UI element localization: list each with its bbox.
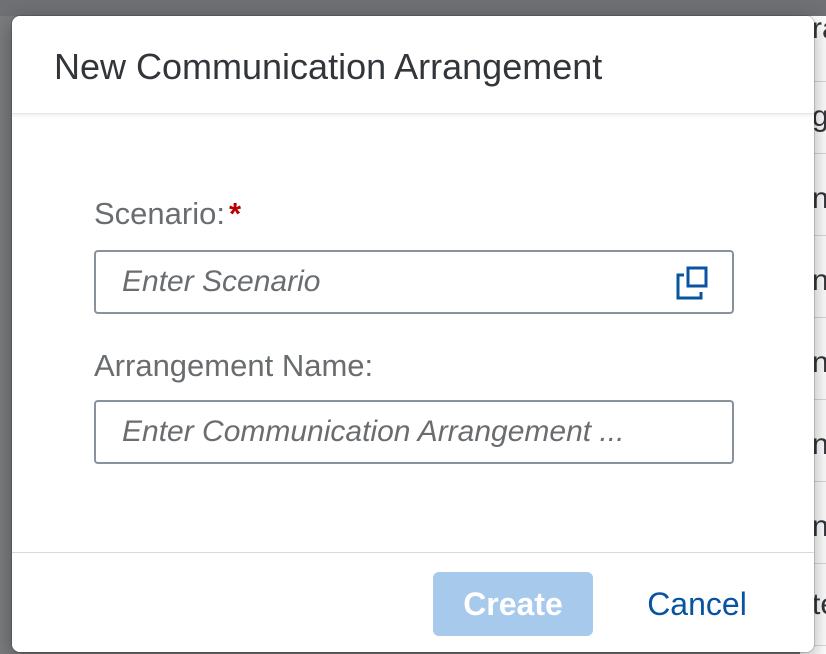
new-communication-arrangement-dialog: New Communication Arrangement Scenario: *… <box>12 16 814 652</box>
required-marker: * <box>228 196 242 231</box>
arrangement-name-field[interactable] <box>94 400 734 464</box>
modal-overlay <box>0 0 826 16</box>
dialog-header: New Communication Arrangement <box>12 16 814 114</box>
arrangement-name-input[interactable] <box>122 402 712 462</box>
scenario-input[interactable] <box>122 252 682 312</box>
dialog-footer: Create Cancel <box>12 552 814 652</box>
scenario-label-text: Scenario: <box>94 196 225 231</box>
create-button[interactable]: Create <box>433 572 593 636</box>
scenario-field[interactable] <box>94 250 734 314</box>
scenario-label: Scenario: * <box>94 196 241 232</box>
value-help-icon[interactable] <box>674 266 710 302</box>
arrangement-name-label: Arrangement Name: <box>94 348 374 383</box>
dialog-title: New Communication Arrangement <box>54 46 603 87</box>
cancel-button[interactable]: Cancel <box>622 572 772 636</box>
